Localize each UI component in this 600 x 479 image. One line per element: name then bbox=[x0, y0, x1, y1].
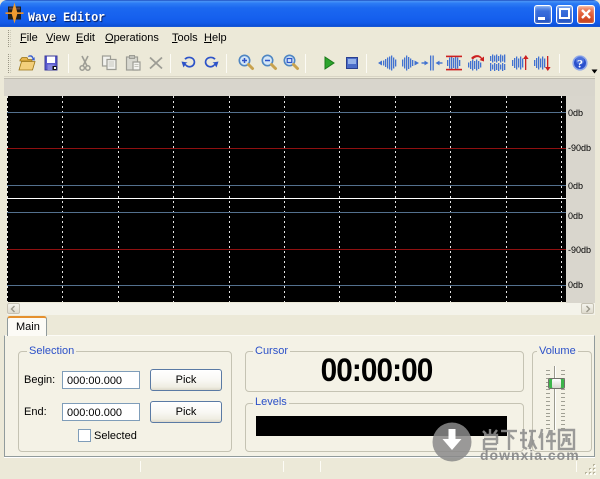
svg-text:?: ? bbox=[577, 57, 583, 71]
